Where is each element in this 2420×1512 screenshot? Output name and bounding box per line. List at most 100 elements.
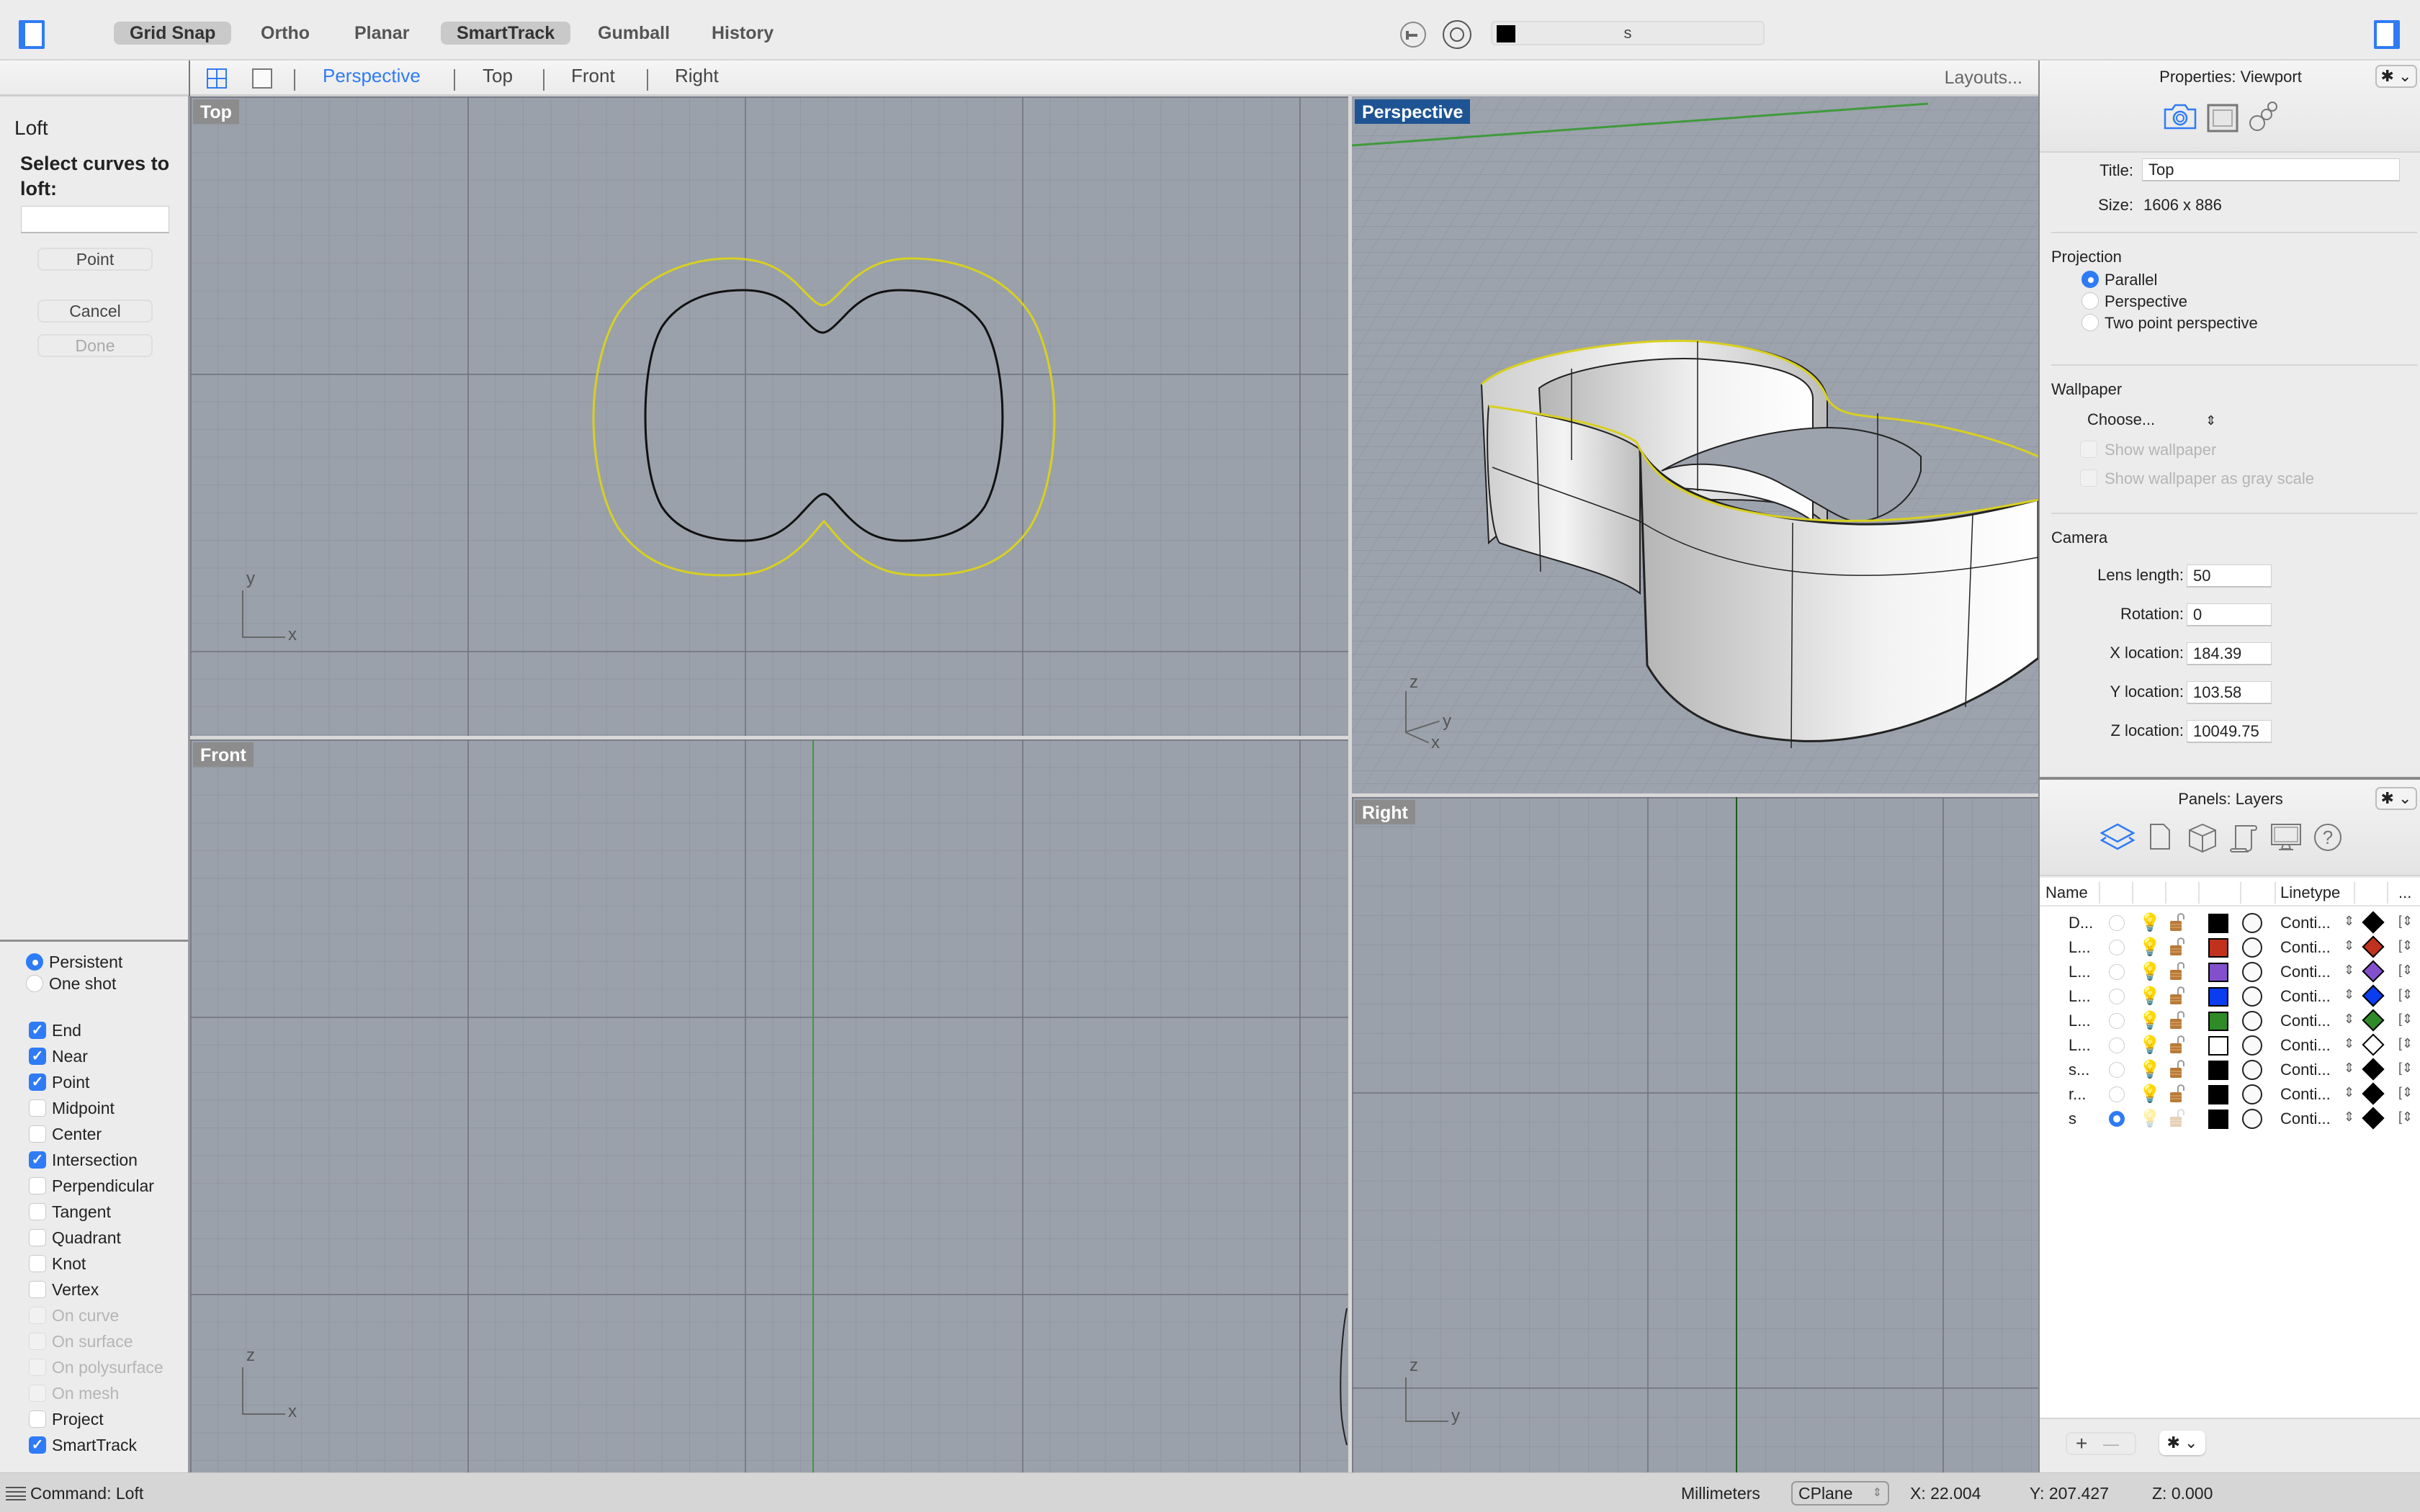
print-color-diamond[interactable] xyxy=(2362,935,2385,958)
print-width-select[interactable]: [⇕ xyxy=(2398,1036,2413,1051)
toggle-ortho[interactable]: Ortho xyxy=(245,22,326,45)
osnap-checkbox-project[interactable] xyxy=(29,1410,46,1428)
layers-gear-button[interactable]: ✱ ⌄ xyxy=(2375,787,2417,810)
lightbulb-icon[interactable]: 💡 xyxy=(2139,912,2161,933)
layer-material-icon[interactable] xyxy=(2242,913,2262,933)
camera-icon[interactable] xyxy=(2164,104,2197,130)
layer-row[interactable]: L... 💡 Conti... ⇕ [⇕ xyxy=(2040,1009,2420,1033)
tab-top[interactable]: Top xyxy=(483,65,513,87)
layer-row[interactable]: s... 💡 Conti... ⇕ [⇕ xyxy=(2040,1058,2420,1082)
unlocked-padlock-icon[interactable] xyxy=(2169,1108,2185,1128)
add-layer-button[interactable]: + xyxy=(2076,1432,2087,1455)
unlocked-padlock-icon[interactable] xyxy=(2169,912,2185,932)
osnap-checkbox-midpoint[interactable] xyxy=(29,1099,46,1117)
print-width-select[interactable]: [⇕ xyxy=(2398,1061,2413,1076)
layouts-button[interactable]: Layouts... xyxy=(1945,68,2022,89)
tab-right[interactable]: Right xyxy=(675,65,719,87)
current-layer-field[interactable]: s xyxy=(1491,21,1765,45)
view-title-field[interactable] xyxy=(2142,158,2400,181)
unlocked-padlock-icon[interactable] xyxy=(2169,961,2185,981)
sidebar-right-icon[interactable] xyxy=(2374,20,2400,49)
projection-radio-perspective[interactable] xyxy=(2081,292,2099,310)
layer-color-swatch[interactable] xyxy=(2208,938,2228,958)
lightbulb-icon[interactable]: 💡 xyxy=(2139,961,2161,982)
sidebar-left-icon[interactable] xyxy=(19,20,45,49)
document-icon[interactable] xyxy=(2149,823,2171,850)
layer-color-swatch[interactable] xyxy=(2208,1061,2228,1080)
cancel-button[interactable]: Cancel xyxy=(37,300,153,323)
column-name[interactable]: Name xyxy=(2045,883,2088,902)
layer-name[interactable]: L... xyxy=(2069,938,2091,957)
record-icon[interactable] xyxy=(1443,20,1471,49)
remove-layer-button[interactable]: — xyxy=(2103,1435,2119,1454)
layer-color-swatch[interactable] xyxy=(2208,1012,2228,1031)
osnap-checkbox-on-surface[interactable] xyxy=(29,1333,46,1350)
layer-color-swatch[interactable] xyxy=(2208,914,2228,933)
layer-linetype[interactable]: Conti... xyxy=(2280,987,2331,1006)
osnap-checkbox-on-polysurface[interactable] xyxy=(29,1359,46,1376)
tab-front[interactable]: Front xyxy=(571,65,615,87)
viewport-frame-icon[interactable] xyxy=(2207,104,2238,132)
osnap-mode-radio-persistent[interactable] xyxy=(26,953,43,971)
osnap-checkbox-on-curve[interactable] xyxy=(29,1307,46,1324)
current-layer-radio[interactable] xyxy=(2109,964,2125,980)
print-color-diamond[interactable] xyxy=(2362,960,2385,983)
cplane-select[interactable]: CPlane ⇕ xyxy=(1791,1481,1889,1506)
unlocked-padlock-icon[interactable] xyxy=(2169,937,2185,957)
layer-color-swatch[interactable] xyxy=(2208,1085,2228,1104)
point-button[interactable]: Point xyxy=(37,248,153,271)
updown-icon[interactable]: ⇕ xyxy=(2344,1110,2354,1125)
command-input[interactable] xyxy=(21,206,169,233)
layer-name[interactable]: L... xyxy=(2069,987,2091,1006)
properties-gear-button[interactable]: ✱ ⌄ xyxy=(2375,65,2417,88)
viewport-perspective[interactable]: Perspective z y x xyxy=(1352,96,2038,793)
current-layer-radio[interactable] xyxy=(2109,915,2125,931)
layer-material-icon[interactable] xyxy=(2242,986,2262,1007)
current-layer-radio[interactable] xyxy=(2109,1111,2125,1127)
notes-scroll-icon[interactable] xyxy=(2228,823,2259,853)
lightbulb-icon[interactable]: 💡 xyxy=(2139,1035,2161,1056)
done-button[interactable]: Done xyxy=(37,334,153,357)
osnap-checkbox-near[interactable]: ✓ xyxy=(29,1048,46,1065)
layer-row[interactable]: L... 💡 Conti... ⇕ [⇕ xyxy=(2040,984,2420,1009)
projection-radio-parallel[interactable] xyxy=(2081,271,2099,288)
toggle-history[interactable]: History xyxy=(696,22,789,45)
current-layer-radio[interactable] xyxy=(2109,1038,2125,1053)
print-width-select[interactable]: [⇕ xyxy=(2398,1085,2413,1100)
osnap-checkbox-tangent[interactable] xyxy=(29,1203,46,1220)
layer-linetype[interactable]: Conti... xyxy=(2280,1110,2331,1128)
print-color-diamond[interactable] xyxy=(2362,984,2385,1007)
print-width-select[interactable]: [⇕ xyxy=(2398,963,2413,978)
lightbulb-icon[interactable]: 💡 xyxy=(2139,1108,2161,1129)
layer-material-icon[interactable] xyxy=(2242,1084,2262,1104)
osnap-mode-radio-one-shot[interactable] xyxy=(26,975,43,992)
four-viewports-icon[interactable] xyxy=(207,68,227,89)
layers-icon[interactable] xyxy=(2100,823,2135,852)
print-width-select[interactable]: [⇕ xyxy=(2398,1012,2413,1027)
wallpaper-grayscale-checkbox[interactable] xyxy=(2080,469,2097,487)
layer-material-icon[interactable] xyxy=(2242,1011,2262,1031)
toggle-smarttrack[interactable]: SmartTrack xyxy=(441,22,571,45)
lightbulb-icon[interactable]: 💡 xyxy=(2139,1084,2161,1104)
units-label[interactable]: Millimeters xyxy=(1681,1484,1760,1503)
unlocked-padlock-icon[interactable] xyxy=(2169,1010,2185,1030)
layer-linetype[interactable]: Conti... xyxy=(2280,1012,2331,1030)
layer-color-swatch[interactable] xyxy=(2208,1110,2228,1129)
wallpaper-choose-select[interactable]: Choose... ⇕ xyxy=(2087,410,2216,429)
camera-field-rotation[interactable] xyxy=(2187,603,2272,626)
updown-icon[interactable]: ⇕ xyxy=(2344,1085,2354,1100)
layer-name[interactable]: s xyxy=(2069,1110,2076,1128)
column-more[interactable]: ... xyxy=(2398,883,2411,902)
toggle-gumball[interactable]: Gumball xyxy=(582,22,686,45)
cube-icon[interactable] xyxy=(2188,823,2217,853)
single-viewport-icon[interactable] xyxy=(252,68,272,89)
osnap-checkbox-intersection[interactable]: ✓ xyxy=(29,1151,46,1169)
updown-icon[interactable]: ⇕ xyxy=(2344,1061,2354,1076)
print-color-diamond[interactable] xyxy=(2362,1107,2385,1130)
osnap-checkbox-end[interactable]: ✓ xyxy=(29,1022,46,1039)
tab-perspective[interactable]: Perspective xyxy=(323,65,421,87)
camera-field-y-location[interactable] xyxy=(2187,681,2272,704)
print-color-diamond[interactable] xyxy=(2362,1009,2385,1032)
updown-icon[interactable]: ⇕ xyxy=(2344,1012,2354,1027)
layer-material-icon[interactable] xyxy=(2242,1109,2262,1129)
